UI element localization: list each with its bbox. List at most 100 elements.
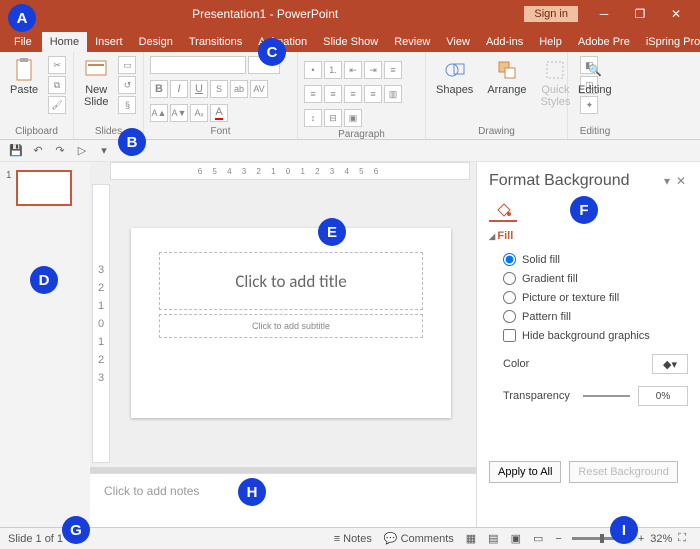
font-family-box[interactable] <box>150 56 246 74</box>
tab-ispring[interactable]: iSpring Pro <box>638 32 700 52</box>
numbering-button[interactable]: 1. <box>324 61 342 79</box>
shapes-button[interactable]: Shapes <box>432 56 477 98</box>
cut-button[interactable]: ✂ <box>48 56 66 74</box>
copy-button[interactable]: ⧉ <box>48 76 66 94</box>
clear-format-button[interactable]: Aₓ <box>190 104 208 122</box>
format-painter-button[interactable]: 🖌 <box>48 96 66 114</box>
tab-help[interactable]: Help <box>531 32 570 52</box>
slide-counter[interactable]: Slide 1 of 1 <box>8 533 63 545</box>
transparency-slider[interactable] <box>583 395 630 397</box>
paste-button[interactable]: Paste <box>6 56 42 98</box>
slide-thumbnail[interactable] <box>16 170 72 206</box>
tab-home[interactable]: Home <box>42 32 87 52</box>
group-label-editing: Editing <box>574 124 616 137</box>
zoom-in-button[interactable]: + <box>632 533 650 545</box>
italic-button[interactable]: I <box>170 80 188 98</box>
solid-fill-option[interactable]: Solid fill <box>489 250 688 269</box>
undo-button[interactable]: ↶ <box>30 143 46 159</box>
title-placeholder[interactable]: Click to add title <box>159 252 423 310</box>
subtitle-placeholder[interactable]: Click to add subtitle <box>159 314 423 338</box>
clipboard-icon <box>12 58 36 82</box>
fill-color-button[interactable]: ◆▾ <box>652 354 688 374</box>
line-spacing-button[interactable]: ≡ <box>384 61 402 79</box>
slide-canvas-area[interactable]: Click to add title Click to add subtitle <box>110 180 476 467</box>
slideshow-view-button[interactable]: ▭ <box>527 532 549 545</box>
underline-button[interactable]: U <box>190 80 208 98</box>
zoom-level[interactable]: 32% <box>650 533 672 545</box>
spacing-button[interactable]: AV <box>250 80 268 98</box>
tab-slideshow[interactable]: Slide Show <box>315 32 386 52</box>
normal-view-button[interactable]: ▦ <box>460 532 482 545</box>
font-color-button[interactable]: A <box>210 104 228 122</box>
sorter-view-button[interactable]: ▤ <box>482 532 504 545</box>
bold-button[interactable]: B <box>150 80 168 98</box>
apply-to-all-button[interactable]: Apply to All <box>489 461 561 483</box>
tab-transitions[interactable]: Transitions <box>181 32 250 52</box>
align-right-button[interactable]: ≡ <box>344 85 362 103</box>
save-button[interactable]: 💾 <box>8 143 24 159</box>
title-bar: Presentation1 - PowerPoint Sign in ─ ❐ ✕ <box>0 0 700 28</box>
increase-font-button[interactable]: A▲ <box>150 104 168 122</box>
font-size-box[interactable] <box>248 56 280 74</box>
editing-button[interactable]: 🔍Editing <box>574 56 616 98</box>
new-slide-button[interactable]: New Slide <box>80 56 112 110</box>
redo-button[interactable]: ↷ <box>52 143 68 159</box>
reset-background-button[interactable]: Reset Background <box>569 461 678 483</box>
slide[interactable]: Click to add title Click to add subtitle <box>131 228 451 418</box>
tab-file[interactable]: File <box>4 32 42 52</box>
slide-thumbnails-pane[interactable]: 1 <box>0 162 90 527</box>
notes-pane[interactable]: Click to add notes <box>90 473 476 527</box>
comments-toggle[interactable]: 💬 Comments <box>378 532 460 545</box>
reading-view-button[interactable]: ▣ <box>505 532 527 545</box>
horizontal-ruler[interactable]: 6 5 4 3 2 1 0 1 2 3 4 5 6 <box>110 162 470 180</box>
indent-inc-button[interactable]: ⇥ <box>364 61 382 79</box>
signin-button[interactable]: Sign in <box>524 6 578 22</box>
tab-insert[interactable]: Insert <box>87 32 131 52</box>
tab-adobe[interactable]: Adobe Pre <box>570 32 638 52</box>
notes-toggle[interactable]: ≡ Notes <box>328 533 378 545</box>
arrange-button[interactable]: Arrange <box>483 56 530 98</box>
layout-button[interactable]: ▭ <box>118 56 136 74</box>
quick-access-toolbar: 💾 ↶ ↷ ▷ ▾ <box>0 140 700 162</box>
qat-customize-button[interactable]: ▾ <box>96 143 112 159</box>
columns-button[interactable]: ▥ <box>384 85 402 103</box>
fill-section-header[interactable]: Fill <box>489 230 688 242</box>
tab-view[interactable]: View <box>438 32 478 52</box>
tab-design[interactable]: Design <box>131 32 181 52</box>
maximize-button[interactable]: ❐ <box>622 7 658 21</box>
indent-dec-button[interactable]: ⇤ <box>344 61 362 79</box>
reset-button[interactable]: ↺ <box>118 76 136 94</box>
decrease-font-button[interactable]: A▼ <box>170 104 188 122</box>
start-slideshow-button[interactable]: ▷ <box>74 143 90 159</box>
vertical-ruler[interactable]: 3210123 <box>92 184 110 463</box>
justify-button[interactable]: ≡ <box>364 85 382 103</box>
fit-to-window-button[interactable]: ⛶ <box>672 532 692 545</box>
bullets-button[interactable]: • <box>304 61 322 79</box>
tab-animation[interactable]: Animation <box>250 32 315 52</box>
fill-tab-icon[interactable] <box>489 198 517 222</box>
taskpane-close-button[interactable]: ✕ <box>674 174 688 188</box>
smartart-button[interactable]: ▣ <box>344 109 362 127</box>
minimize-button[interactable]: ─ <box>586 7 622 21</box>
shadow-button[interactable]: ab <box>230 80 248 98</box>
taskpane-options-button[interactable]: ▾ <box>660 174 674 188</box>
align-text-button[interactable]: ⊟ <box>324 109 342 127</box>
tab-addins[interactable]: Add-ins <box>478 32 531 52</box>
close-button[interactable]: ✕ <box>658 7 694 21</box>
transparency-value[interactable]: 0% <box>638 386 688 406</box>
zoom-slider[interactable] <box>572 537 628 540</box>
text-direction-button[interactable]: ↕ <box>304 109 322 127</box>
align-center-button[interactable]: ≡ <box>324 85 342 103</box>
picture-fill-option[interactable]: Picture or texture fill <box>489 288 688 307</box>
gradient-fill-option[interactable]: Gradient fill <box>489 269 688 288</box>
tab-review[interactable]: Review <box>386 32 438 52</box>
new-slide-icon <box>84 58 108 82</box>
hide-bg-graphics-checkbox[interactable]: Hide background graphics <box>489 326 688 345</box>
strike-button[interactable]: S <box>210 80 228 98</box>
shapes-icon <box>443 58 467 82</box>
pattern-fill-option[interactable]: Pattern fill <box>489 307 688 326</box>
align-left-button[interactable]: ≡ <box>304 85 322 103</box>
group-font: B I U S ab AV A▲ A▼ Aₓ A Font <box>144 52 298 139</box>
zoom-out-button[interactable]: − <box>549 533 567 545</box>
section-button[interactable]: § <box>118 96 136 114</box>
